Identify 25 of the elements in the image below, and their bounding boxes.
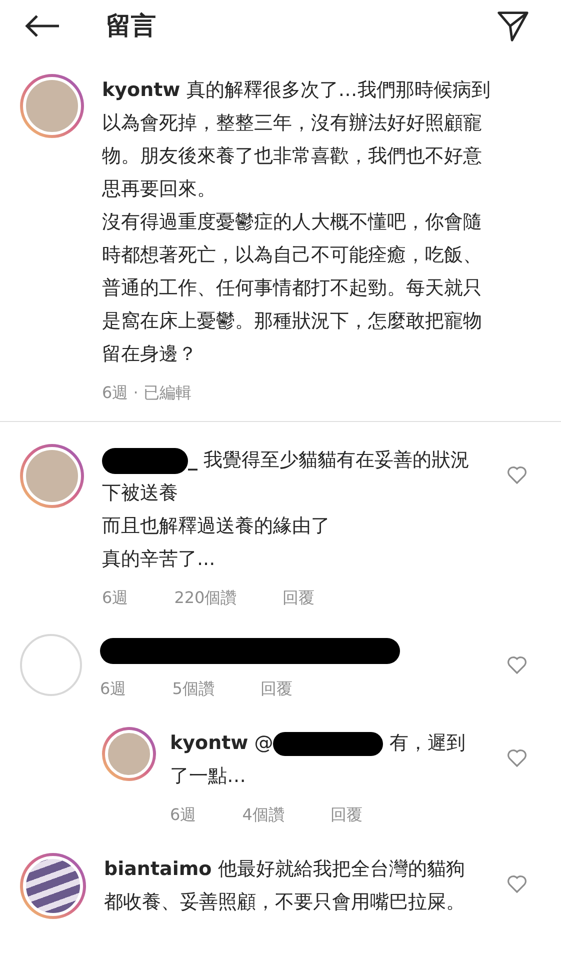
comment-time: 6週: [100, 678, 126, 700]
send-icon[interactable]: [497, 10, 529, 42]
reply-link[interactable]: 回覆: [282, 586, 315, 610]
comment-text: kyontw @ 有，遲到了一點…: [170, 730, 466, 789]
reply-link[interactable]: 回覆: [260, 677, 292, 701]
back-icon[interactable]: [24, 14, 60, 38]
comment-text: 沒有得過重度憂鬱症的人大概不懂吧，你會隨時都想著死亡，以為自己不可能痊癒，吃飯、普通的工作、任何事情都打不起勁。每天就只是窩在床上憂鬱。那種狀況下，怎麼敢把寵物留在身邊？: [102, 210, 483, 367]
comment-text: _ 我覺得至少貓貓有在妥善的狀況下被送養: [102, 446, 471, 506]
comment-text: 而且也解釋過送養的緣由了: [102, 514, 331, 539]
like-heart-icon[interactable]: [507, 875, 527, 893]
like-heart-icon[interactable]: [507, 656, 527, 674]
comment-time: 6週 · 已編輯: [102, 382, 192, 404]
avatar[interactable]: [102, 727, 156, 781]
reply-link[interactable]: 回覆: [330, 803, 362, 827]
like-count[interactable]: 4個讚: [242, 803, 284, 827]
comment-time: 6週: [170, 804, 196, 826]
like-count[interactable]: 220個讚: [174, 586, 237, 610]
like-heart-icon[interactable]: [507, 466, 527, 484]
like-heart-icon[interactable]: [507, 749, 527, 767]
comment-time: 6週: [102, 587, 128, 609]
comment-text: 真的辛苦了...: [102, 547, 216, 572]
like-count[interactable]: 5個讚: [172, 677, 214, 701]
comment-text: biantaimo 他最好就給我把全台灣的貓狗都收養、妥善照顧，不要只會用嘴巴拉屎。: [104, 857, 466, 915]
page-title: 留言: [106, 10, 156, 42]
comment-text: kyontw 真的解釋很多次了…我們那時候病到以為會死掉，整整三年，沒有辦法好好照顧寵物。朋友後來養了也非常喜歡，我們也不好意思再要回來。: [102, 78, 492, 202]
